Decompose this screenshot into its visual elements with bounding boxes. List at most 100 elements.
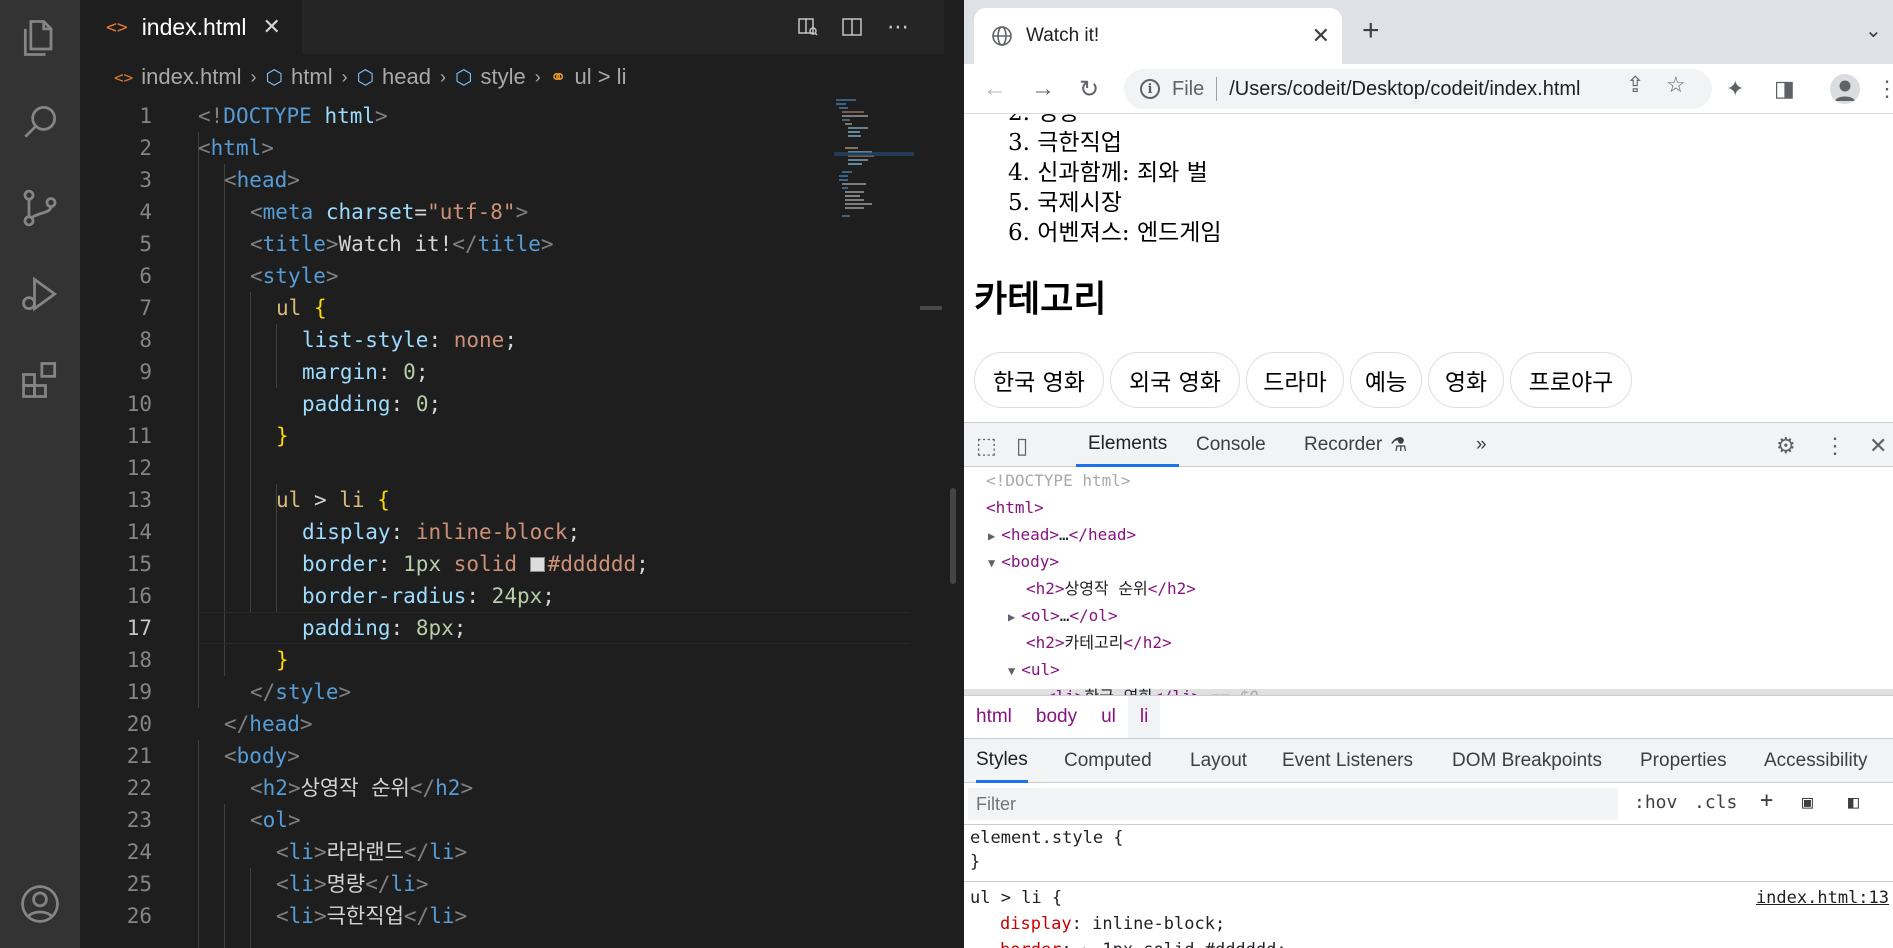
- account-icon[interactable]: [12, 876, 68, 932]
- code-line[interactable]: 4 <meta charset="utf-8">: [80, 196, 830, 228]
- editor-scrollbar[interactable]: [920, 306, 942, 310]
- settings-gear-icon[interactable]: ⚙: [1776, 433, 1796, 459]
- new-tab-button[interactable]: +: [1362, 14, 1380, 48]
- category-pill[interactable]: 드라마: [1246, 352, 1344, 408]
- dom-tree[interactable]: <!DOCTYPE html> <html> ▶ <head>…</head> ▼ <bo…: [964, 467, 1893, 695]
- code-line[interactable]: 1 <!DOCTYPE html>: [80, 100, 830, 132]
- dom-node[interactable]: <html>: [986, 494, 1044, 521]
- inspect-element-icon[interactable]: ⬚: [976, 433, 997, 459]
- open-preview-icon[interactable]: [794, 13, 822, 41]
- code-line[interactable]: 6 <style>: [80, 260, 830, 292]
- subtab-properties[interactable]: Properties: [1640, 739, 1727, 783]
- expand-arrow-icon[interactable]: ▶: [1008, 610, 1015, 624]
- more-tabs-button[interactable]: »: [1476, 423, 1487, 467]
- color-format-icon[interactable]: ▣: [1802, 792, 1813, 813]
- breadcrumb-file[interactable]: <> index.html: [114, 64, 242, 90]
- code-line[interactable]: 9 margin: 0;: [80, 356, 830, 388]
- code-line[interactable]: 5 <title>Watch it!</title>: [80, 228, 830, 260]
- styles-pane[interactable]: element.style { } ul > li { index.html:1…: [964, 825, 1893, 948]
- code-line[interactable]: 14 display: inline-block;: [80, 516, 830, 548]
- crumb-ul[interactable]: ul: [1089, 696, 1128, 738]
- browser-tab[interactable]: Watch it! ✕: [974, 8, 1342, 64]
- dom-node[interactable]: <!DOCTYPE html>: [986, 467, 1131, 494]
- extensions-puzzle-icon[interactable]: ✦: [1726, 76, 1744, 102]
- rule-decl-border[interactable]: border: ▸ 1px solid #dddddd;: [1000, 937, 1287, 948]
- code-line[interactable]: 2 <html>: [80, 132, 830, 164]
- rule-decl-display[interactable]: display: inline-block;: [1000, 911, 1225, 937]
- code-line[interactable]: 12: [80, 452, 830, 484]
- code-line[interactable]: 16 border-radius: 24px;: [80, 580, 830, 612]
- breadcrumb-style[interactable]: ⬡ style: [455, 64, 526, 90]
- source-control-icon[interactable]: [12, 180, 68, 236]
- breadcrumb-html[interactable]: ⬡ html: [266, 64, 333, 90]
- subtab-styles[interactable]: Styles: [976, 739, 1028, 783]
- new-style-rule-icon[interactable]: +: [1760, 788, 1773, 813]
- category-pill[interactable]: 예능: [1350, 352, 1422, 408]
- device-toolbar-icon[interactable]: ▯: [1016, 433, 1028, 459]
- chrome-menu-icon[interactable]: ⋮: [1876, 76, 1893, 102]
- close-devtools-icon[interactable]: ✕: [1869, 433, 1887, 459]
- code-editor[interactable]: 1 <!DOCTYPE html> 2 <html> 3 <head> 4 <meta cha…: [80, 100, 944, 948]
- code-line[interactable]: 20 </head>: [80, 708, 830, 740]
- code-line[interactable]: 11}: [80, 420, 830, 452]
- code-line[interactable]: 23 <ol>: [80, 804, 830, 836]
- code-line[interactable]: 7 ul {: [80, 292, 830, 324]
- category-pill[interactable]: 외국 영화: [1110, 352, 1240, 408]
- code-line[interactable]: 3 <head>: [80, 164, 830, 196]
- subtab-event-listeners[interactable]: Event Listeners: [1282, 739, 1413, 783]
- category-pill[interactable]: 영화: [1428, 352, 1504, 408]
- category-pill[interactable]: 한국 영화: [974, 352, 1104, 408]
- bookmark-star-icon[interactable]: ☆: [1666, 72, 1686, 98]
- collapse-arrow-icon[interactable]: ▼: [988, 556, 995, 570]
- dom-node[interactable]: ▶ <ol>…</ol>: [1008, 602, 1118, 631]
- code-line[interactable]: 17 padding: 8px;: [80, 612, 830, 644]
- split-editor-icon[interactable]: [838, 13, 866, 41]
- breadcrumb-ul-li[interactable]: ⚭ ul > li: [550, 64, 627, 90]
- share-icon[interactable]: ⇪: [1626, 72, 1644, 98]
- code-line[interactable]: 13 ul > li {: [80, 484, 830, 516]
- dom-node[interactable]: <li>한국 영화</li> == $0: [1046, 683, 1259, 695]
- close-tab-icon[interactable]: ✕: [1312, 23, 1330, 49]
- code-line[interactable]: 24 <li>라라랜드</li>: [80, 836, 830, 868]
- site-info-icon[interactable]: i: [1140, 79, 1160, 99]
- forward-button[interactable]: →: [1026, 72, 1060, 106]
- code-line[interactable]: 15 border: 1px solid #dddddd;: [80, 548, 830, 580]
- code-line[interactable]: 21 <body>: [80, 740, 830, 772]
- breadcrumb-head[interactable]: ⬡ head: [357, 64, 431, 90]
- styles-filter-input[interactable]: [968, 788, 1618, 820]
- address-bar[interactable]: i File /Users/codeit/Desktop/codeit/inde…: [1124, 69, 1712, 109]
- subtab-accessibility[interactable]: Accessibility: [1764, 739, 1867, 783]
- subtab-computed[interactable]: Computed: [1064, 739, 1152, 783]
- hover-state-button[interactable]: :hov: [1634, 792, 1677, 813]
- crumb-body[interactable]: body: [1024, 696, 1089, 738]
- code-line[interactable]: 22 <h2>상영작 순위</h2>: [80, 772, 830, 804]
- code-line[interactable]: 18}: [80, 644, 830, 676]
- explorer-icon[interactable]: [12, 10, 68, 66]
- minimap[interactable]: [834, 96, 914, 226]
- tab-elements[interactable]: Elements: [1076, 423, 1180, 467]
- profile-avatar[interactable]: [1830, 74, 1860, 104]
- extensions-icon[interactable]: [12, 352, 68, 408]
- dom-node[interactable]: ▶ <head>…</head>: [988, 521, 1136, 550]
- tab-index-html[interactable]: <> index.html ✕: [80, 0, 302, 54]
- code-line[interactable]: 19 </style>: [80, 676, 830, 708]
- tab-search-chevron-icon[interactable]: ⌄: [1865, 18, 1882, 43]
- category-pill[interactable]: 프로야구: [1510, 352, 1632, 408]
- run-debug-icon[interactable]: [12, 266, 68, 322]
- rule-source-link[interactable]: index.html:13: [1756, 885, 1889, 911]
- expand-arrow-icon[interactable]: ▶: [988, 529, 995, 543]
- crumb-html[interactable]: html: [964, 696, 1024, 738]
- back-button[interactable]: ←: [978, 72, 1012, 106]
- dom-node[interactable]: <h2>상영작 순위</h2>: [1026, 575, 1196, 602]
- search-icon[interactable]: [12, 94, 68, 150]
- collapse-arrow-icon[interactable]: ▼: [1008, 664, 1015, 678]
- side-panel-icon[interactable]: ◨: [1774, 76, 1795, 102]
- code-line[interactable]: 10 padding: 0;: [80, 388, 830, 420]
- toggle-sidebar-icon[interactable]: ◧: [1848, 792, 1859, 813]
- reload-button[interactable]: ↻: [1072, 72, 1106, 106]
- code-line[interactable]: 25 <li>명량</li>: [80, 868, 830, 900]
- window-divider[interactable]: [944, 0, 964, 948]
- tab-console[interactable]: Console: [1196, 423, 1266, 467]
- dom-node[interactable]: ▼ <body>: [988, 548, 1059, 577]
- dom-node[interactable]: ▼ <ul>: [1008, 656, 1060, 685]
